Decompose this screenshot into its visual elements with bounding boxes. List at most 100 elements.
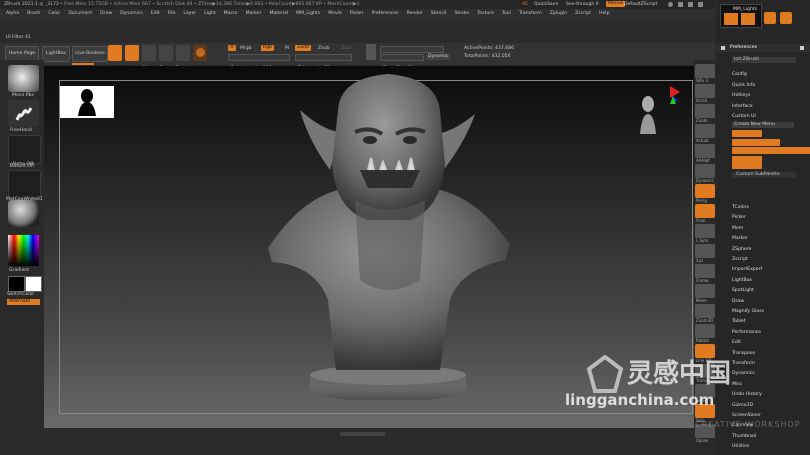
pref-mem[interactable]: Mem bbox=[732, 226, 743, 232]
pref-hotkeys[interactable]: Hotkeys bbox=[732, 93, 751, 99]
zadd-toggle[interactable]: Zadd bbox=[295, 45, 311, 51]
pref-config[interactable]: Config bbox=[732, 72, 747, 78]
menu-layer[interactable]: Layer bbox=[183, 11, 196, 16]
shelf-button-move[interactable]: Move bbox=[695, 284, 715, 303]
menu-material[interactable]: Material bbox=[269, 11, 288, 16]
color-picker[interactable] bbox=[8, 235, 39, 266]
light-slot-icon[interactable] bbox=[764, 12, 776, 24]
minimize-icon[interactable] bbox=[678, 2, 683, 7]
menu-stencil[interactable]: Stencil bbox=[431, 11, 447, 16]
custom-menu-bar[interactable] bbox=[732, 139, 780, 146]
orc-bust-model[interactable] bbox=[260, 70, 530, 400]
menu-preferences[interactable]: Preferences bbox=[372, 11, 399, 16]
menu-transform[interactable]: Transform bbox=[519, 11, 542, 16]
z-intensity-slider[interactable]: Z Intensity 25 bbox=[295, 54, 352, 71]
light-slot-icon[interactable] bbox=[780, 12, 792, 24]
brush-thumbnail[interactable] bbox=[8, 65, 39, 92]
edit-mode-button[interactable]: Edit bbox=[108, 45, 122, 71]
menu-edit[interactable]: Edit bbox=[151, 11, 160, 16]
draw-size-slider[interactable]: Draw Size 64 bbox=[380, 54, 424, 71]
mrgb-toggle[interactable]: Mrgb bbox=[240, 46, 252, 52]
pref-zscript[interactable]: Zscript bbox=[732, 257, 748, 263]
menus-toggle[interactable]: Menus bbox=[606, 1, 626, 7]
rgb-intensity-slider[interactable]: Rgb Intensity 100 bbox=[228, 54, 290, 71]
shelf-button-aahalf[interactable]: AAHalf bbox=[695, 144, 715, 163]
pref-zsphere[interactable]: ZSphere bbox=[732, 247, 751, 253]
menu-light[interactable]: Light bbox=[204, 11, 215, 16]
pref-tcolors[interactable]: TColors bbox=[732, 205, 749, 211]
texture-thumbnail[interactable] bbox=[8, 170, 41, 199]
switchcolor-label[interactable]: SwitchColor bbox=[7, 292, 34, 298]
menu-zscript[interactable]: Zscript bbox=[575, 11, 591, 16]
pref-edit[interactable]: Edit bbox=[732, 340, 741, 346]
menu-stroke[interactable]: Stroke bbox=[454, 11, 469, 16]
menu-mm_lights[interactable]: MM_Lights bbox=[296, 11, 320, 16]
brush-settings-icon[interactable] bbox=[366, 44, 376, 60]
custom-menu-bar[interactable] bbox=[732, 130, 762, 137]
menu-movie[interactable]: Movie bbox=[328, 11, 342, 16]
navigation-gizmo[interactable] bbox=[632, 86, 682, 136]
menu-render[interactable]: Render bbox=[407, 11, 423, 16]
focal-shift-slider[interactable]: Focal Shift 0 bbox=[380, 46, 444, 63]
menu-brush[interactable]: Brush bbox=[27, 11, 40, 16]
live-boolean-button[interactable]: Live Boolean bbox=[72, 46, 108, 62]
pref-quick-info[interactable]: Quick Info bbox=[732, 83, 755, 89]
zcut-toggle[interactable]: Zcut bbox=[341, 46, 351, 52]
a-toggle[interactable]: A bbox=[228, 45, 236, 51]
shelf-button-l-sym[interactable]: L.Sym bbox=[695, 224, 715, 243]
bottom-shelf-handle[interactable] bbox=[340, 432, 385, 436]
shelf-button-spix-3[interactable]: SPix 3 bbox=[695, 64, 715, 83]
draw-mode-button[interactable]: Draw bbox=[125, 45, 139, 71]
material-thumbnail[interactable] bbox=[8, 200, 39, 227]
maximize-icon[interactable] bbox=[688, 2, 693, 7]
menu-alpha[interactable]: Alpha bbox=[6, 11, 19, 16]
seethrough-slider[interactable]: See-through 0 bbox=[566, 2, 599, 8]
menu-picker[interactable]: Picker bbox=[350, 11, 364, 16]
shelf-button-rotate[interactable]: Rotate bbox=[695, 324, 715, 343]
init-zbrush-button[interactable]: Init ZBrush bbox=[732, 57, 796, 63]
quicksave-button[interactable]: QuickSave bbox=[534, 2, 558, 8]
scale-mode-button[interactable]: Scale bbox=[159, 45, 173, 71]
shelf-button-zoom3d[interactable]: Zoom3D bbox=[695, 304, 715, 323]
move-mode-button[interactable]: Move bbox=[142, 45, 156, 71]
custom-menu-bar[interactable] bbox=[732, 147, 810, 154]
mm-lights-thumbnail[interactable]: MM_Lights bbox=[720, 4, 762, 28]
rotate-mode-button[interactable]: Rotate bbox=[176, 45, 191, 71]
alpha-thumbnail[interactable] bbox=[8, 135, 41, 164]
menu-marker[interactable]: Marker bbox=[246, 11, 262, 16]
shelf-button-persp[interactable]: Persp bbox=[695, 184, 715, 203]
menu-tool[interactable]: Tool bbox=[502, 11, 511, 16]
secondary-color-swatch[interactable] bbox=[8, 276, 25, 292]
shelf-button-frame[interactable]: Frame bbox=[695, 264, 715, 283]
help-icon[interactable] bbox=[668, 2, 673, 7]
menu-file[interactable]: File bbox=[168, 11, 176, 16]
close-icon[interactable] bbox=[698, 2, 703, 7]
pref-spotlight[interactable]: SpotLight bbox=[732, 288, 754, 294]
alternate-button[interactable]: Alternate bbox=[7, 299, 40, 305]
shelf-button-floor[interactable]: Floor bbox=[695, 204, 715, 223]
menu-document[interactable]: Document bbox=[68, 11, 92, 16]
shelf-button-actual[interactable]: Actual bbox=[695, 124, 715, 143]
menu-help[interactable]: Help bbox=[599, 11, 609, 16]
menu-texture[interactable]: Texture bbox=[477, 11, 494, 16]
dynamic-toggle[interactable]: Dynamic bbox=[426, 54, 451, 60]
pref-draw[interactable]: Draw bbox=[732, 299, 744, 305]
custom-subpalette-button[interactable]: Custom SubPalette bbox=[732, 172, 796, 178]
preferences-header[interactable]: Preferences bbox=[716, 44, 810, 52]
pref-marker[interactable]: Marker bbox=[732, 236, 748, 242]
pref-importexport[interactable]: ImportExport bbox=[732, 267, 762, 273]
shelf-button-xyz[interactable]: Xyz bbox=[695, 244, 715, 263]
pref-performance[interactable]: Performance bbox=[732, 330, 761, 336]
custom-menu-bar[interactable] bbox=[732, 156, 762, 169]
default-zscript-button[interactable]: DefaultZScript bbox=[624, 2, 657, 8]
shelf-button-zoom[interactable]: Zoom bbox=[695, 104, 715, 123]
menu-color[interactable]: Color bbox=[48, 11, 60, 16]
pref-custom-ui[interactable]: Custom UI bbox=[732, 114, 756, 120]
menu-zplugin[interactable]: Zplugin bbox=[550, 11, 567, 16]
lightbox-button[interactable]: LightBox bbox=[42, 46, 70, 62]
pref-interface[interactable]: Interface bbox=[732, 104, 753, 110]
shelf-button-scroll[interactable]: Scroll bbox=[695, 84, 715, 103]
pref-picker[interactable]: Picker bbox=[732, 215, 746, 221]
menu-macro[interactable]: Macro bbox=[224, 11, 238, 16]
m-toggle[interactable]: M bbox=[285, 46, 289, 52]
